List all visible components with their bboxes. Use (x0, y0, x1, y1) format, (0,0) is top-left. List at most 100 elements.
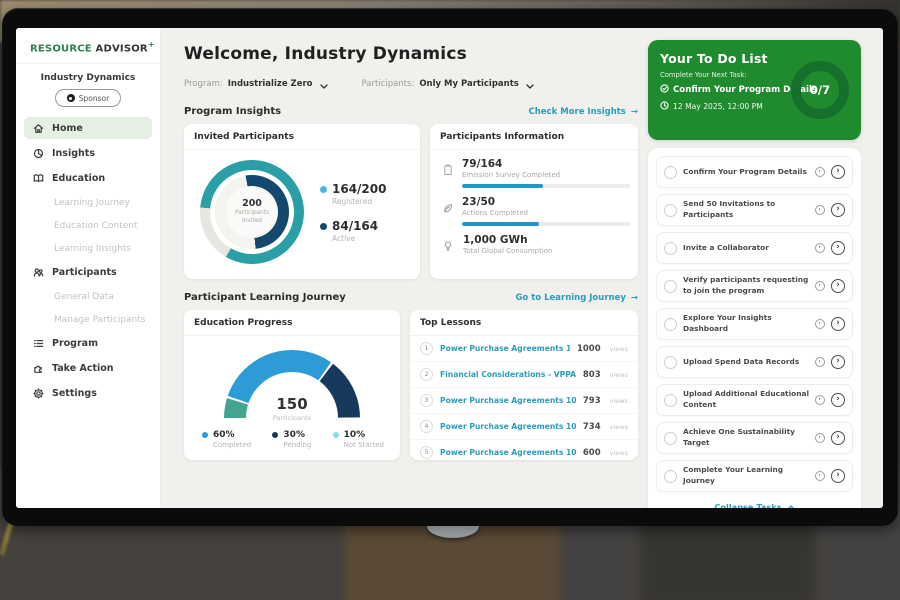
sidebar-item-learning-journey[interactable]: Learning Journey (24, 192, 152, 213)
task-checkbox[interactable] (664, 432, 677, 445)
task-checkbox[interactable] (664, 204, 677, 217)
stat-consumption: 1,000 GWh Total Global Consumption (430, 226, 638, 256)
sidebar-item-label: Learning Insights (54, 244, 131, 254)
chevron-right-icon[interactable]: › (831, 165, 845, 179)
chevron-right-icon[interactable]: › (831, 241, 845, 255)
logo-text-secondary: ADVISOR (96, 43, 148, 54)
go-to-learning-journey-link[interactable]: Go to Learning Journey → (515, 293, 638, 303)
legend-item-registered: 164/200 Registered (320, 182, 386, 206)
clock-icon (815, 395, 825, 405)
app-logo[interactable]: RESOURCE ADVISOR+ (16, 28, 160, 64)
chevron-right-icon[interactable]: › (831, 203, 845, 217)
participants-filter-dropdown[interactable]: Participants: Only My Participants (362, 74, 534, 93)
chevron-right-icon[interactable]: › (831, 279, 845, 293)
sidebar-item-home[interactable]: Home (24, 117, 152, 139)
todo-summary-card: Your To Do List Complete Your Next Task:… (648, 40, 861, 140)
learning-journey-cards: Education Progress 150 Participants 60% … (184, 310, 638, 460)
clock-icon (815, 433, 825, 443)
sidebar-nav: Home Insights Education Learning Journey… (16, 117, 160, 404)
task-row-achieve-target[interactable]: Achieve One Sustainability Target › (656, 422, 853, 454)
task-checkbox[interactable] (664, 356, 677, 369)
task-checkbox[interactable] (664, 280, 677, 293)
invited-legend: 164/200 Registered 84/164 Active (320, 182, 386, 243)
task-row-confirm-program[interactable]: Confirm Your Program Details › (656, 156, 853, 188)
clock-icon (815, 243, 825, 253)
clock-icon (815, 319, 825, 329)
sidebar-item-label: General Data (54, 292, 114, 302)
chevron-right-icon[interactable]: › (831, 355, 845, 369)
sidebar-item-label: Program (52, 338, 98, 349)
task-row-upload-spend-data[interactable]: Upload Spend Data Records › (656, 346, 853, 378)
lesson-link[interactable]: Financial Considerations - VPPAs (440, 370, 576, 379)
task-row-send-invitations[interactable]: Send 50 Invitations to Participants › (656, 194, 853, 226)
lesson-rank: 1 (420, 342, 433, 355)
sidebar-item-label: Learning Journey (54, 198, 130, 208)
learning-journey-section-header: Participant Learning Journey Go to Learn… (184, 292, 638, 303)
participants-filter-label: Participants: (362, 79, 415, 89)
sidebar: RESOURCE ADVISOR+ Industry Dynamics Spon… (16, 28, 161, 508)
chevron-right-icon[interactable]: › (831, 393, 845, 407)
task-row-complete-learning-journey[interactable]: Complete Your Learning Journey › (656, 460, 853, 492)
task-checkbox[interactable] (664, 394, 677, 407)
collapse-tasks-link[interactable]: Collapse Tasks (656, 498, 853, 508)
program-insights-cards: Invited Participants 200 Participants In… (184, 124, 638, 279)
legend-item-pending: 30% Pending (272, 430, 311, 449)
sponsor-badge[interactable]: Sponsor (55, 89, 121, 107)
lesson-row: 3 Power Purchase Agreements 101 793 view… (410, 388, 638, 414)
sidebar-item-participants[interactable]: Participants (24, 261, 152, 283)
sidebar-item-settings[interactable]: Settings (24, 382, 152, 404)
chevron-up-icon (787, 502, 795, 508)
sidebar-item-take-action[interactable]: Take Action (24, 357, 152, 379)
sidebar-item-program[interactable]: Program (24, 332, 152, 354)
legend-item-not-started: 10% Not Started (333, 430, 384, 449)
chevron-right-icon[interactable]: › (831, 431, 845, 445)
sidebar-item-manage-participants[interactable]: Manage Participants (24, 309, 152, 330)
chevron-right-icon[interactable]: › (831, 469, 845, 483)
sponsor-label: Sponsor (79, 94, 109, 103)
lesson-link[interactable]: Power Purchase Agreements 102 (440, 422, 576, 431)
chevron-down-icon (526, 74, 534, 93)
invited-donut-chart: 200 Participants Invited (200, 160, 304, 264)
gauge-center-value: 150 (222, 395, 362, 413)
donut-center-label: Participants Invited (226, 210, 278, 226)
legend-item-active: 84/164 Active (320, 219, 386, 243)
monitor-bezel: RESOURCE ADVISOR+ Industry Dynamics Spon… (2, 8, 898, 526)
sponsor-icon (67, 94, 75, 102)
education-gauge-chart: 150 Participants (222, 350, 362, 420)
chevron-right-icon[interactable]: › (831, 317, 845, 331)
lesson-row: 1 Power Purchase Agreements 101 1000 vie… (410, 336, 638, 362)
clock-icon (815, 167, 825, 177)
task-row-verify-participants[interactable]: Verify participants requesting to join t… (656, 270, 853, 302)
clock-icon (815, 471, 825, 481)
sidebar-item-general-data[interactable]: General Data (24, 286, 152, 307)
participants-icon (32, 267, 44, 278)
sidebar-item-education-content[interactable]: Education Content (24, 215, 152, 236)
sidebar-item-education[interactable]: Education (24, 167, 152, 189)
chevron-down-icon (320, 74, 328, 93)
lesson-link[interactable]: Power Purchase Agreements 101 (440, 396, 576, 405)
todo-panel: Your To Do List Complete Your Next Task:… (648, 28, 861, 508)
sidebar-item-learning-insights[interactable]: Learning Insights (24, 238, 152, 259)
task-checkbox[interactable] (664, 470, 677, 483)
check-more-insights-link[interactable]: Check More Insights → (529, 107, 639, 117)
filters-row: Program: Industrialize Zero Participants… (184, 74, 638, 93)
emission-progress-bar (462, 184, 630, 188)
actions-leaf-icon (442, 196, 454, 226)
lesson-link[interactable]: Power Purchase Agreements 103 (440, 448, 576, 457)
sidebar-item-insights[interactable]: Insights (24, 142, 152, 164)
sidebar-item-label: Insights (52, 148, 95, 159)
arrow-right-icon: → (631, 293, 638, 303)
task-row-invite-collaborator[interactable]: Invite a Collaborator › (656, 232, 853, 264)
task-row-upload-educational-content[interactable]: Upload Additional Educational Content › (656, 384, 853, 416)
active-dot (320, 223, 327, 230)
task-checkbox[interactable] (664, 242, 677, 255)
task-checkbox[interactable] (664, 166, 677, 179)
legend-item-completed: 60% Completed (202, 430, 251, 449)
task-row-explore-insights[interactable]: Explore Your Insights Dashboard › (656, 308, 853, 340)
home-icon (32, 123, 44, 134)
lesson-link[interactable]: Power Purchase Agreements 101 (440, 344, 570, 353)
program-filter-dropdown[interactable]: Program: Industrialize Zero (184, 74, 328, 93)
consumption-bulb-icon (442, 234, 455, 256)
task-checkbox[interactable] (664, 318, 677, 331)
insights-icon (32, 148, 44, 159)
